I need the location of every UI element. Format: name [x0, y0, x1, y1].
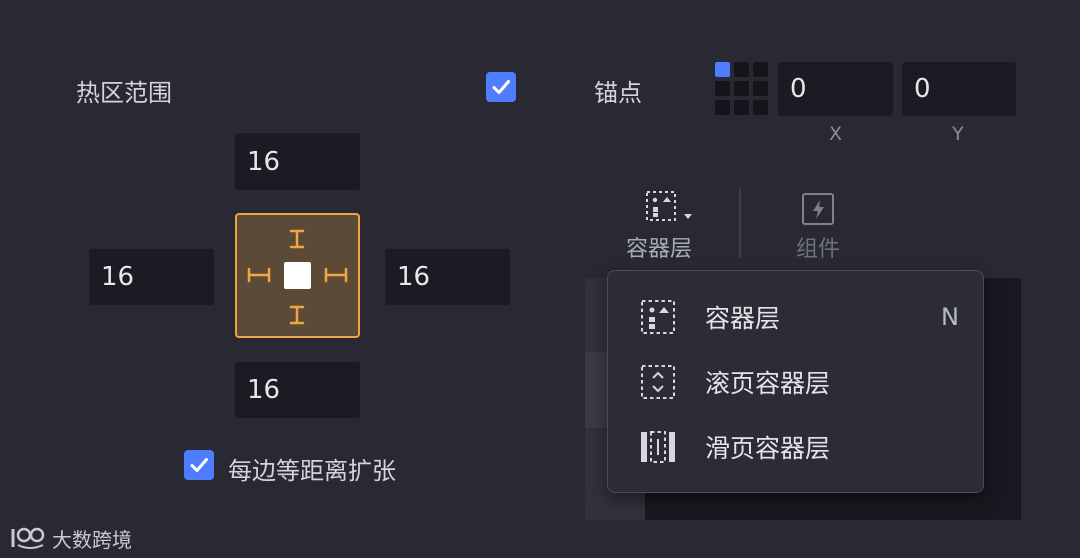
- menu-item-slide-container-layer[interactable]: 滑页容器层: [608, 417, 983, 477]
- checkmark-icon: [492, 80, 510, 94]
- component-tab[interactable]: 组件: [790, 190, 850, 262]
- hotzone-label: 热区范围: [76, 79, 172, 107]
- container-layer-dropdown[interactable]: 容器层: [622, 190, 702, 262]
- anchor-cell[interactable]: [734, 100, 749, 115]
- menu-item-label: 容器层: [705, 304, 781, 333]
- anchor-label: 锚点: [594, 79, 642, 107]
- hotzone-bottom-input[interactable]: 16: [235, 362, 360, 418]
- anchor-grid[interactable]: [715, 62, 769, 116]
- layer-type-menu: 容器层 N 滚页容器层 滑页容器层: [607, 270, 984, 493]
- toolbar-divider: [739, 188, 741, 258]
- checkmark-icon: [190, 458, 208, 472]
- menu-item-label: 滚页容器层: [705, 369, 831, 398]
- slide-container-icon: [641, 431, 675, 463]
- hotzone-left-input[interactable]: 16: [89, 249, 214, 305]
- container-layer-label: 容器层: [626, 237, 693, 262]
- anchor-cell[interactable]: [753, 81, 768, 96]
- hotzone-expand-icon: [247, 229, 348, 325]
- container-layer-icon: [641, 300, 675, 334]
- hotzone-top-input[interactable]: 16: [235, 133, 360, 190]
- anchor-x-label: X: [829, 123, 843, 145]
- scroll-container-icon: [641, 365, 675, 399]
- watermark: 大数跨境: [10, 524, 132, 552]
- equal-expand-label: 每边等距离扩张: [228, 457, 396, 485]
- anchor-cell[interactable]: [734, 81, 749, 96]
- anchor-cell[interactable]: [715, 81, 730, 96]
- anchor-cell[interactable]: [715, 100, 730, 115]
- hotzone-preview: [235, 213, 360, 338]
- menu-item-scroll-container-layer[interactable]: 滚页容器层: [608, 352, 983, 412]
- equal-expand-checkbox[interactable]: [184, 450, 214, 480]
- watermark-logo-icon: [11, 527, 45, 549]
- component-label: 组件: [796, 237, 841, 262]
- canvas-edge-inner: [585, 352, 607, 428]
- hotzone-right-input[interactable]: 16: [385, 249, 510, 305]
- anchor-cell-top-left[interactable]: [715, 62, 730, 77]
- anchor-y-input[interactable]: 0: [902, 62, 1016, 116]
- anchor-cell[interactable]: [753, 62, 768, 77]
- menu-item-label: 滑页容器层: [705, 434, 831, 463]
- anchor-y-label: Y: [952, 123, 964, 145]
- menu-item-container-layer[interactable]: 容器层 N: [608, 287, 983, 347]
- lightning-icon: [802, 193, 834, 225]
- menu-item-shortcut: N: [941, 303, 959, 331]
- anchor-cell[interactable]: [734, 62, 749, 77]
- anchor-x-input[interactable]: 0: [778, 62, 893, 116]
- anchor-cell[interactable]: [753, 100, 768, 115]
- hotzone-enable-checkbox[interactable]: [486, 72, 516, 102]
- watermark-text: 大数跨境: [52, 527, 132, 552]
- container-layer-icon: [646, 191, 692, 221]
